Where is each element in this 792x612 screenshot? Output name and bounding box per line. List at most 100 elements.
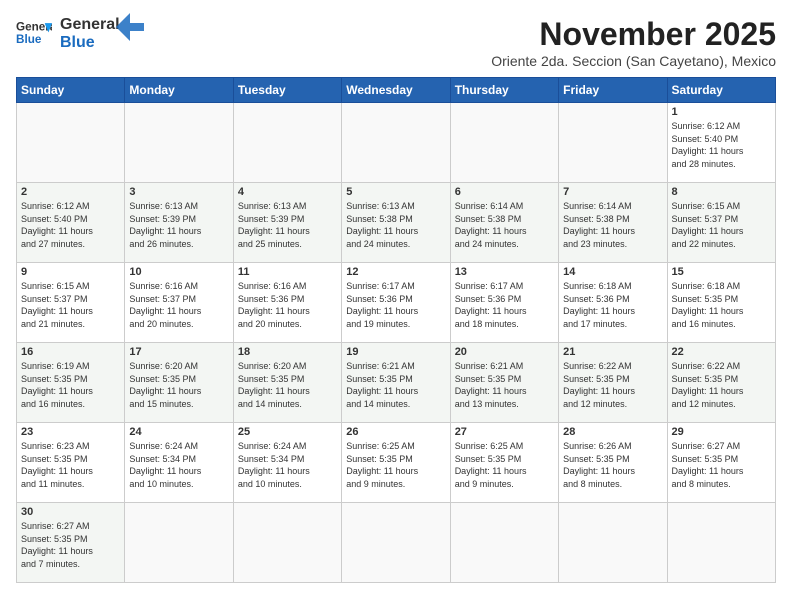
day-info: Sunrise: 6:22 AM Sunset: 5:35 PM Dayligh… — [672, 360, 771, 410]
day-info: Sunrise: 6:14 AM Sunset: 5:38 PM Dayligh… — [455, 200, 554, 250]
day-number: 14 — [563, 266, 662, 278]
calendar-day-cell: 4 Sunrise: 6:13 AM Sunset: 5:39 PM Daylig… — [233, 183, 341, 263]
day-info: Sunrise: 6:25 AM Sunset: 5:35 PM Dayligh… — [455, 440, 554, 490]
calendar-day-cell — [125, 503, 233, 583]
calendar-day-header: Tuesday — [233, 78, 341, 103]
day-number: 2 — [21, 186, 120, 198]
day-info: Sunrise: 6:16 AM Sunset: 5:37 PM Dayligh… — [129, 280, 228, 330]
calendar-day-cell: 8 Sunrise: 6:15 AM Sunset: 5:37 PM Daylig… — [667, 183, 775, 263]
calendar-day-cell — [559, 103, 667, 183]
calendar-day-cell: 22Sunrise: 6:22 AM Sunset: 5:35 PM Dayli… — [667, 343, 775, 423]
calendar-header-row: SundayMondayTuesdayWednesdayThursdayFrid… — [17, 78, 776, 103]
day-number: 17 — [129, 346, 228, 358]
calendar-day-header: Monday — [125, 78, 233, 103]
day-number: 8 — [672, 186, 771, 198]
calendar-day-header: Thursday — [450, 78, 558, 103]
day-number: 25 — [238, 426, 337, 438]
day-info: Sunrise: 6:15 AM Sunset: 5:37 PM Dayligh… — [21, 280, 120, 330]
day-number: 10 — [129, 266, 228, 278]
calendar-week-row: 1 Sunrise: 6:12 AM Sunset: 5:40 PM Daylig… — [17, 103, 776, 183]
calendar-day-header: Saturday — [667, 78, 775, 103]
calendar-day-header: Sunday — [17, 78, 125, 103]
calendar-day-cell: 1 Sunrise: 6:12 AM Sunset: 5:40 PM Daylig… — [667, 103, 775, 183]
calendar-day-cell: 26 Sunrise: 6:25 AM Sunset: 5:35 PM Dayli… — [342, 423, 450, 503]
day-number: 27 — [455, 426, 554, 438]
calendar-day-cell: 25Sunrise: 6:24 AM Sunset: 5:34 PM Dayli… — [233, 423, 341, 503]
day-number: 16 — [21, 346, 120, 358]
day-number: 18 — [238, 346, 337, 358]
calendar-day-cell: 11Sunrise: 6:16 AM Sunset: 5:36 PM Dayli… — [233, 263, 341, 343]
calendar-day-cell: 28Sunrise: 6:26 AM Sunset: 5:35 PM Dayli… — [559, 423, 667, 503]
calendar-day-cell: 23Sunrise: 6:23 AM Sunset: 5:35 PM Dayli… — [17, 423, 125, 503]
calendar-day-cell: 17 Sunrise: 6:20 AM Sunset: 5:35 PM Dayli… — [125, 343, 233, 423]
day-info: Sunrise: 6:20 AM Sunset: 5:35 PM Dayligh… — [238, 360, 337, 410]
calendar-week-row: 2 Sunrise: 6:12 AM Sunset: 5:40 PM Daylig… — [17, 183, 776, 263]
calendar-week-row: 30 Sunrise: 6:27 AM Sunset: 5:35 PM Dayli… — [17, 503, 776, 583]
calendar-day-cell: 5Sunrise: 6:13 AM Sunset: 5:38 PM Daylig… — [342, 183, 450, 263]
logo-arrow-icon — [116, 13, 144, 41]
day-number: 20 — [455, 346, 554, 358]
calendar-week-row: 9Sunrise: 6:15 AM Sunset: 5:37 PM Daylig… — [17, 263, 776, 343]
day-info: Sunrise: 6:19 AM Sunset: 5:35 PM Dayligh… — [21, 360, 120, 410]
day-info: Sunrise: 6:25 AM Sunset: 5:35 PM Dayligh… — [346, 440, 445, 490]
day-info: Sunrise: 6:24 AM Sunset: 5:34 PM Dayligh… — [129, 440, 228, 490]
calendar-table: SundayMondayTuesdayWednesdayThursdayFrid… — [16, 77, 776, 583]
subtitle: Oriente 2da. Seccion (San Cayetano), Mex… — [491, 53, 776, 69]
day-number: 30 — [21, 506, 120, 518]
calendar-day-cell — [342, 103, 450, 183]
day-info: Sunrise: 6:26 AM Sunset: 5:35 PM Dayligh… — [563, 440, 662, 490]
day-number: 4 — [238, 186, 337, 198]
svg-text:Blue: Blue — [16, 33, 42, 46]
calendar-day-cell: 29 Sunrise: 6:27 AM Sunset: 5:35 PM Dayli… — [667, 423, 775, 503]
calendar-day-cell: 18 Sunrise: 6:20 AM Sunset: 5:35 PM Dayli… — [233, 343, 341, 423]
day-info: Sunrise: 6:15 AM Sunset: 5:37 PM Dayligh… — [672, 200, 771, 250]
day-info: Sunrise: 6:13 AM Sunset: 5:39 PM Dayligh… — [238, 200, 337, 250]
calendar-day-header: Friday — [559, 78, 667, 103]
day-info: Sunrise: 6:18 AM Sunset: 5:36 PM Dayligh… — [563, 280, 662, 330]
day-info: Sunrise: 6:21 AM Sunset: 5:35 PM Dayligh… — [455, 360, 554, 410]
calendar-day-cell: 13 Sunrise: 6:17 AM Sunset: 5:36 PM Dayli… — [450, 263, 558, 343]
day-info: Sunrise: 6:18 AM Sunset: 5:35 PM Dayligh… — [672, 280, 771, 330]
calendar-day-cell: 9Sunrise: 6:15 AM Sunset: 5:37 PM Daylig… — [17, 263, 125, 343]
day-number: 26 — [346, 426, 445, 438]
day-number: 19 — [346, 346, 445, 358]
calendar-day-cell — [342, 503, 450, 583]
day-number: 1 — [672, 106, 771, 118]
logo-icon: General Blue — [16, 16, 52, 52]
day-number: 23 — [21, 426, 120, 438]
day-info: Sunrise: 6:27 AM Sunset: 5:35 PM Dayligh… — [21, 520, 120, 570]
calendar-day-cell: 2 Sunrise: 6:12 AM Sunset: 5:40 PM Daylig… — [17, 183, 125, 263]
calendar-day-cell — [450, 503, 558, 583]
day-number: 13 — [455, 266, 554, 278]
day-number: 3 — [129, 186, 228, 198]
day-info: Sunrise: 6:20 AM Sunset: 5:35 PM Dayligh… — [129, 360, 228, 410]
day-number: 7 — [563, 186, 662, 198]
calendar-day-cell — [17, 103, 125, 183]
day-info: Sunrise: 6:12 AM Sunset: 5:40 PM Dayligh… — [672, 120, 771, 170]
calendar-day-header: Wednesday — [342, 78, 450, 103]
day-info: Sunrise: 6:17 AM Sunset: 5:36 PM Dayligh… — [346, 280, 445, 330]
calendar-day-cell: 21Sunrise: 6:22 AM Sunset: 5:35 PM Dayli… — [559, 343, 667, 423]
day-number: 15 — [672, 266, 771, 278]
day-info: Sunrise: 6:27 AM Sunset: 5:35 PM Dayligh… — [672, 440, 771, 490]
day-info: Sunrise: 6:13 AM Sunset: 5:39 PM Dayligh… — [129, 200, 228, 250]
day-number: 29 — [672, 426, 771, 438]
page-header: General Blue General Blue November 2025 … — [16, 16, 776, 69]
calendar-day-cell: 12Sunrise: 6:17 AM Sunset: 5:36 PM Dayli… — [342, 263, 450, 343]
day-info: Sunrise: 6:14 AM Sunset: 5:38 PM Dayligh… — [563, 200, 662, 250]
logo-blue-text: Blue — [60, 34, 120, 52]
calendar-day-cell — [125, 103, 233, 183]
calendar-day-cell: 16 Sunrise: 6:19 AM Sunset: 5:35 PM Dayli… — [17, 343, 125, 423]
day-info: Sunrise: 6:12 AM Sunset: 5:40 PM Dayligh… — [21, 200, 120, 250]
month-title: November 2025 — [491, 16, 776, 53]
day-number: 21 — [563, 346, 662, 358]
day-info: Sunrise: 6:17 AM Sunset: 5:36 PM Dayligh… — [455, 280, 554, 330]
calendar-day-cell: 27 Sunrise: 6:25 AM Sunset: 5:35 PM Dayli… — [450, 423, 558, 503]
logo: General Blue General Blue — [16, 16, 144, 52]
calendar-day-cell — [450, 103, 558, 183]
calendar-week-row: 23Sunrise: 6:23 AM Sunset: 5:35 PM Dayli… — [17, 423, 776, 503]
calendar-day-cell: 30 Sunrise: 6:27 AM Sunset: 5:35 PM Dayli… — [17, 503, 125, 583]
calendar-day-cell — [559, 503, 667, 583]
title-block: November 2025 Oriente 2da. Seccion (San … — [491, 16, 776, 69]
day-info: Sunrise: 6:13 AM Sunset: 5:38 PM Dayligh… — [346, 200, 445, 250]
